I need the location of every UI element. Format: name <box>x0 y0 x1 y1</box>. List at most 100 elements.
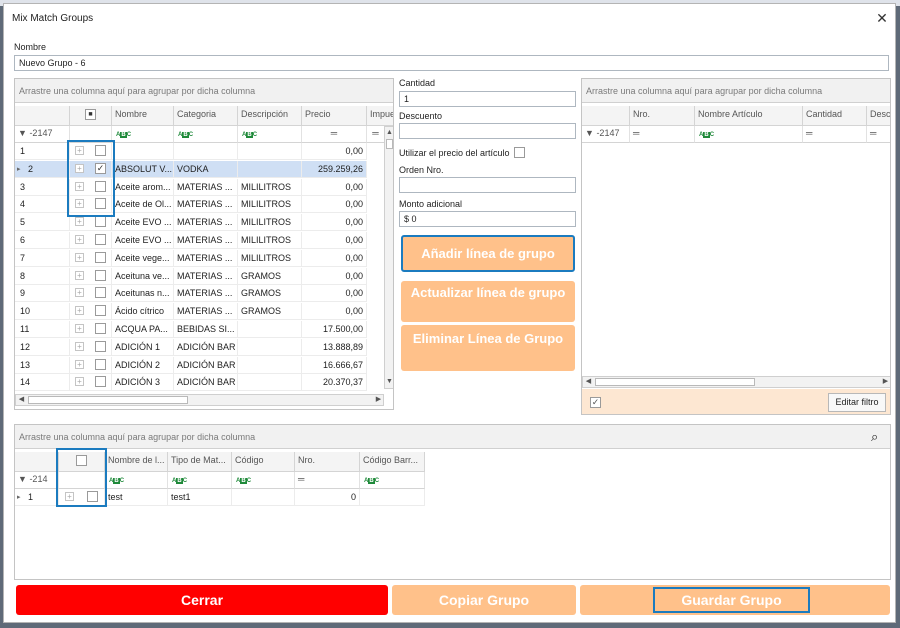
row-precio[interactable]: 13.888,89 <box>302 338 367 356</box>
row-tipo[interactable]: test1 <box>168 489 232 506</box>
table-row-id[interactable]: 12 <box>15 338 70 356</box>
row-nombre[interactable]: Aceite de Ol... <box>112 196 174 214</box>
row-descripcion[interactable]: MILILITROS <box>238 196 302 214</box>
horizontal-scrollbar[interactable]: ◀ ▶ <box>582 376 890 388</box>
expand-plus-icon[interactable]: + <box>75 288 84 298</box>
row-checkbox[interactable] <box>95 251 106 263</box>
search-icon[interactable]: ⌕ <box>871 429 878 445</box>
guardar-grupo-button[interactable]: Guardar Grupo <box>653 587 810 613</box>
expand-plus-icon[interactable]: + <box>75 359 84 369</box>
row-descripcion[interactable]: GRAMOS <box>238 303 302 321</box>
header-nombre-articulo[interactable]: Nombre Artículo <box>695 106 803 126</box>
table-row-id[interactable]: 5 <box>15 214 70 232</box>
table-row-id[interactable]: ▸ 2 <box>15 160 70 178</box>
table-row-id[interactable]: 11 <box>15 321 70 338</box>
header-nombre[interactable]: Nombre de l... <box>105 452 168 472</box>
filter-precio[interactable]: ═ <box>302 126 367 143</box>
row-nombre[interactable]: ADICIÓN 3 <box>112 374 174 392</box>
scroll-thumb[interactable] <box>28 396 188 404</box>
header-nro[interactable]: Nro. <box>630 106 695 126</box>
expand-plus-icon[interactable]: + <box>75 306 84 316</box>
filter-codigo-barras[interactable]: ABC <box>360 472 425 489</box>
filter-id-cell[interactable]: ▼ -2147 <box>582 126 630 143</box>
anadir-linea-button[interactable]: Añadir línea de grupo <box>401 235 575 272</box>
row-descripcion[interactable]: GRAMOS <box>238 285 302 303</box>
row-codigo[interactable] <box>232 489 295 506</box>
row-nombre[interactable]: Aceituna ve... <box>112 267 174 285</box>
row-nombre[interactable]: Aceite vege... <box>112 249 174 267</box>
row-nombre[interactable]: test <box>105 489 168 506</box>
row-precio[interactable]: 0,00 <box>302 303 367 321</box>
filter-impuesto[interactable]: ═ <box>367 126 385 143</box>
row-categoria[interactable]: BEBIDAS SI... <box>174 321 238 338</box>
row-nombre[interactable]: Aceite EVO ... <box>112 214 174 232</box>
row-precio[interactable]: 259.259,26 <box>302 160 367 178</box>
filter-enabled-checkbox[interactable]: ✓ <box>590 397 601 408</box>
header-impuesto[interactable]: Impue <box>367 106 393 126</box>
eliminar-linea-button[interactable]: Eliminar Línea de Grupo <box>401 325 575 371</box>
row-categoria[interactable]: MATERIAS ... <box>174 178 238 196</box>
header-codigo-barras[interactable]: Código Barr... <box>360 452 425 472</box>
header-tipo[interactable]: Tipo de Mat... <box>168 452 232 472</box>
row-checkbox[interactable] <box>95 287 106 299</box>
table-row-id[interactable]: 14 <box>15 374 70 392</box>
row-categoria[interactable]: MATERIAS ... <box>174 249 238 267</box>
row-categoria[interactable]: MATERIAS ... <box>174 267 238 285</box>
table-row-id[interactable]: 3 <box>15 178 70 196</box>
row-nombre[interactable]: Aceite EVO ... <box>112 232 174 249</box>
editar-filtro-button[interactable]: Editar filtro <box>828 393 886 412</box>
row-precio[interactable]: 0,00 <box>302 285 367 303</box>
row-categoria[interactable]: MATERIAS ... <box>174 214 238 232</box>
utilizar-precio-checkbox[interactable] <box>514 147 525 158</box>
row-nombre[interactable]: Aceitunas n... <box>112 285 174 303</box>
scroll-thumb[interactable] <box>595 378 755 386</box>
table-row-id[interactable]: 13 <box>15 356 70 374</box>
row-descripcion[interactable]: MILILITROS <box>238 214 302 232</box>
row-descripcion[interactable] <box>238 338 302 356</box>
expand-plus-icon[interactable]: + <box>75 235 84 244</box>
expand-plus-icon[interactable]: + <box>75 377 84 387</box>
row-precio[interactable]: 0,00 <box>302 143 367 160</box>
row-precio[interactable]: 0,00 <box>302 214 367 232</box>
scroll-left-icon[interactable]: ◀ <box>584 377 593 387</box>
expand-plus-icon[interactable]: + <box>75 341 84 351</box>
row-checkbox[interactable] <box>95 269 106 281</box>
row-categoria[interactable]: ADICIÓN BAR <box>174 356 238 374</box>
header-codigo[interactable]: Código <box>232 452 295 472</box>
filter-codigo[interactable]: ABC <box>232 472 295 489</box>
row-codigo-barras[interactable] <box>360 489 425 506</box>
expand-plus-icon[interactable]: + <box>75 217 84 227</box>
row-checkbox[interactable] <box>95 376 106 388</box>
header-descuento[interactable]: Desc <box>867 106 890 126</box>
filter-nro[interactable]: ═ <box>295 472 360 489</box>
row-checkbox[interactable] <box>95 234 106 245</box>
row-nombre[interactable]: ACQUA PA... <box>112 321 174 338</box>
cerrar-button[interactable]: Cerrar <box>16 585 388 615</box>
scroll-left-icon[interactable]: ◀ <box>17 395 26 405</box>
header-nombre[interactable]: Nombre <box>112 106 174 126</box>
table-row-id[interactable]: 4 <box>15 196 70 214</box>
horizontal-scrollbar[interactable]: ◀ ▶ <box>15 394 384 406</box>
row-descripcion[interactable] <box>238 143 302 160</box>
row-checkbox[interactable] <box>95 358 106 370</box>
row-precio[interactable]: 0,00 <box>302 232 367 249</box>
table-row-id[interactable]: 9 <box>15 285 70 303</box>
filter-categoria[interactable]: ABC <box>174 126 238 143</box>
filter-descripcion[interactable]: ABC <box>238 126 302 143</box>
select-all-checkbox[interactable]: ■ <box>85 109 96 120</box>
row-nombre[interactable]: ABSOLUT V... <box>112 160 174 178</box>
filter-descuento[interactable]: ═ <box>867 126 890 143</box>
filter-cantidad[interactable]: ═ <box>803 126 867 143</box>
actualizar-linea-button[interactable]: Actualizar línea de grupo <box>401 281 575 322</box>
row-checkbox[interactable] <box>95 305 106 317</box>
header-descripcion[interactable]: Descripción <box>238 106 302 126</box>
copiar-grupo-button[interactable]: Copiar Grupo <box>392 585 576 615</box>
row-descripcion[interactable] <box>238 374 302 392</box>
expand-plus-icon[interactable]: + <box>75 252 84 262</box>
row-nombre[interactable]: ADICIÓN 2 <box>112 356 174 374</box>
nombre-input[interactable]: Nuevo Grupo - 6 <box>14 55 889 71</box>
row-precio[interactable]: 0,00 <box>302 267 367 285</box>
row-categoria[interactable]: MATERIAS ... <box>174 285 238 303</box>
header-cantidad[interactable]: Cantidad <box>803 106 867 126</box>
row-precio[interactable]: 16.666,67 <box>302 356 367 374</box>
